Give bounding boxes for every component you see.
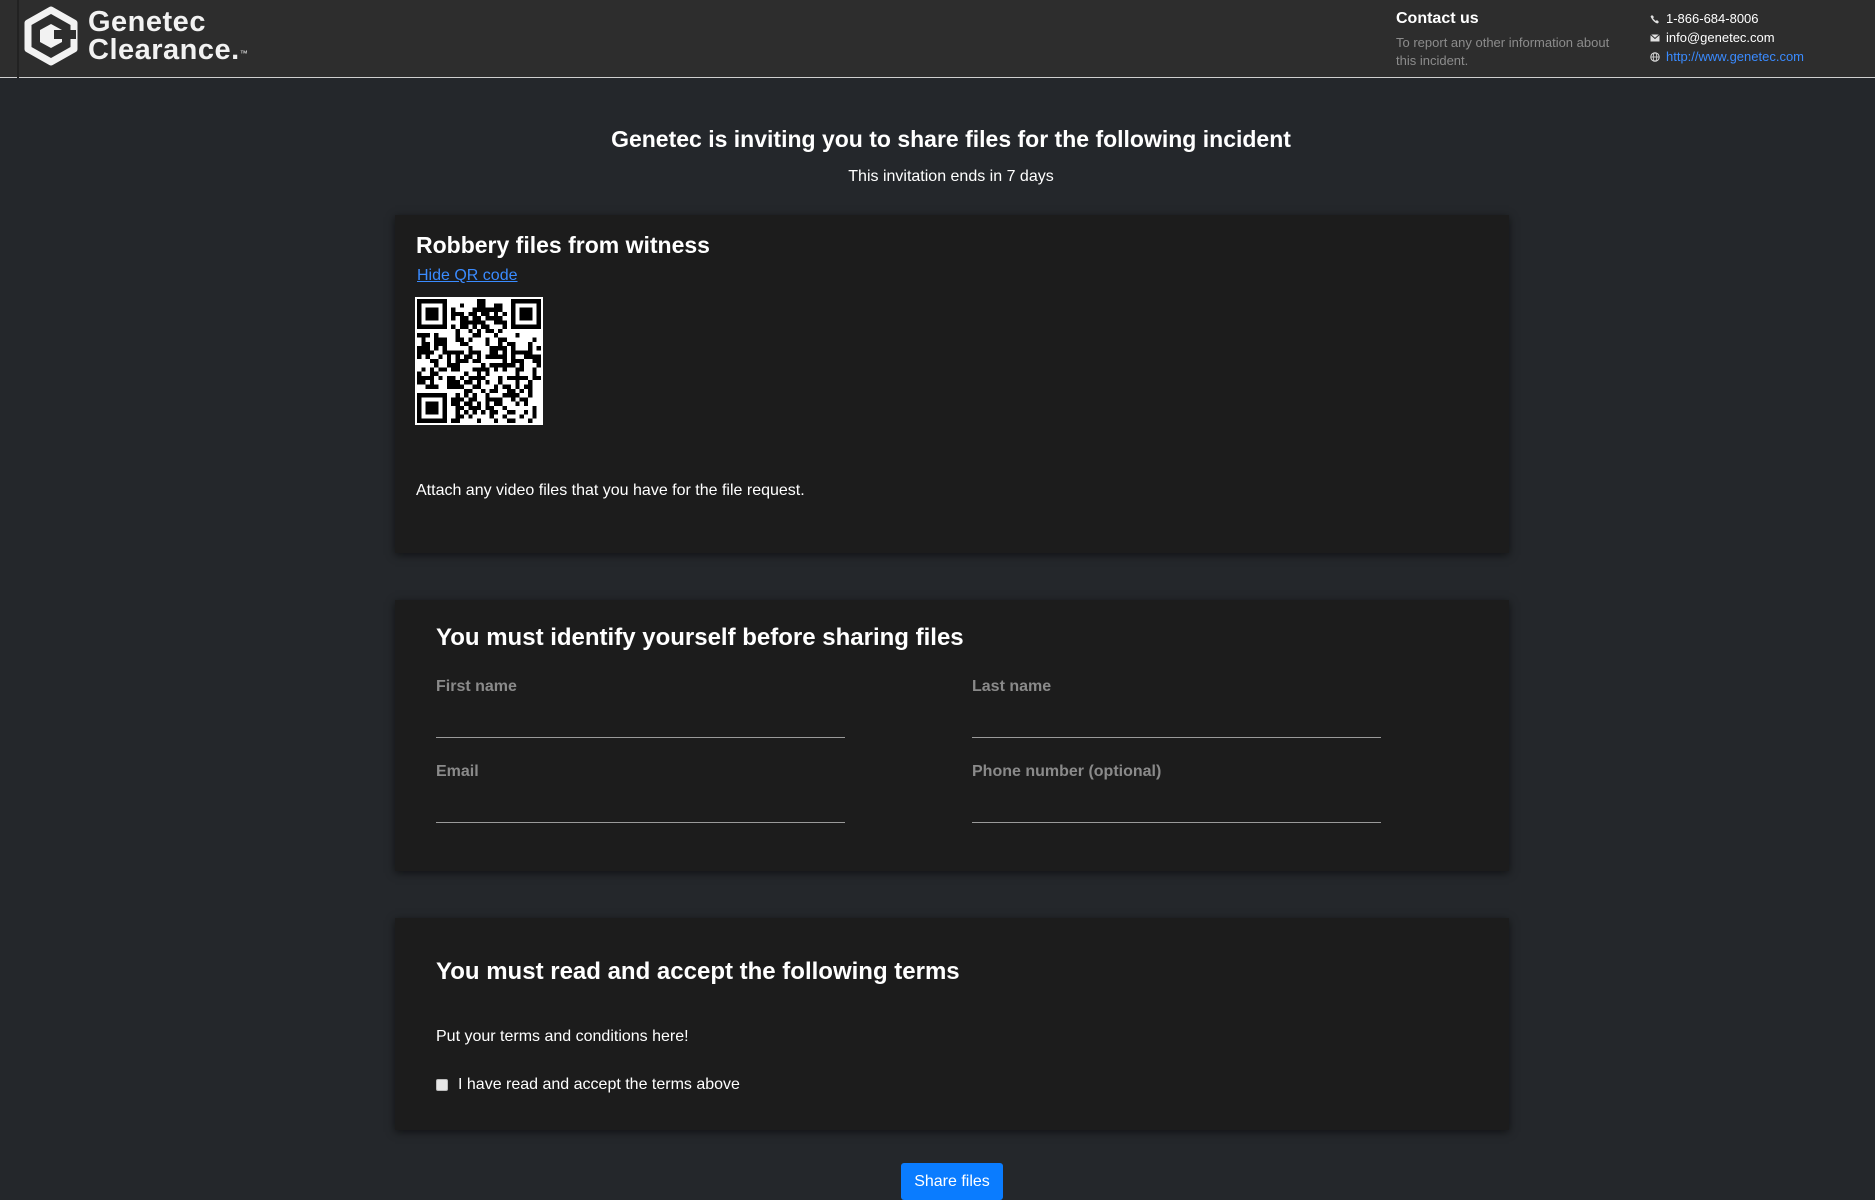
terms-card: You must read and accept the following t… [395,918,1509,1130]
contact-details: 1-866-684-8006 info@genetec.com http://w… [1648,9,1804,66]
phone-input[interactable] [972,795,1381,823]
genetec-logo-icon [24,6,78,66]
contact-section: Contact us To report any other informati… [1396,10,1616,70]
first-name-input[interactable] [436,710,845,738]
first-name-field: First name [436,678,845,738]
contact-title: Contact us [1396,10,1479,27]
contact-email[interactable]: info@genetec.com [1666,30,1775,45]
mail-icon [1648,33,1662,42]
accept-terms-checkbox[interactable] [436,1079,448,1091]
genetec-clearance-logo[interactable]: Genetec Clearance.™ [24,6,248,66]
identify-title: You must identify yourself before sharin… [436,624,964,651]
page-title: Genetec is inviting you to share files f… [611,126,1291,152]
brand-line2: Clearance. [88,34,240,66]
brand-tm: ™ [239,49,249,58]
incident-title: Robbery files from witness [416,232,710,258]
contact-phone[interactable]: 1-866-684-8006 [1666,11,1759,26]
invitation-expiry: This invitation ends in 7 days [848,168,1054,185]
terms-title: You must read and accept the following t… [436,958,960,985]
identify-card: You must identify yourself before sharin… [395,600,1509,871]
email-label: Email [436,763,479,780]
top-header: Genetec Clearance.™ Contact us To report… [0,0,1875,78]
last-name-label: Last name [972,678,1052,695]
logo-wordmark: Genetec Clearance.™ [88,8,249,66]
globe-icon [1648,51,1662,62]
contact-phone-row: 1-866-684-8006 [1648,9,1804,28]
phone-label: Phone number (optional) [972,763,1162,780]
contact-email-row: info@genetec.com [1648,28,1804,47]
terms-text: Put your terms and conditions here! [436,1028,689,1045]
email-field: Email [436,763,845,823]
accept-terms-row[interactable]: I have read and accept the terms above [436,1076,740,1094]
phone-field: Phone number (optional) [972,763,1381,823]
incident-description: Attach any video files that you have for… [416,482,805,499]
contact-website-row: http://www.genetec.com [1648,47,1804,66]
qr-code [415,297,543,425]
contact-website-link[interactable]: http://www.genetec.com [1666,49,1804,64]
last-name-input[interactable] [972,710,1381,738]
header-edge [17,0,19,78]
last-name-field: Last name [972,678,1381,738]
phone-icon [1648,14,1662,24]
contact-description: To report any other information about th… [1396,35,1610,68]
accept-terms-label[interactable]: I have read and accept the terms above [458,1076,740,1094]
hide-qr-code-link[interactable]: Hide QR code [417,267,518,285]
share-files-button[interactable]: Share files [901,1163,1003,1200]
first-name-label: First name [436,678,517,695]
email-input[interactable] [436,795,845,823]
incident-card: Robbery files from witness Hide QR code … [395,215,1509,553]
